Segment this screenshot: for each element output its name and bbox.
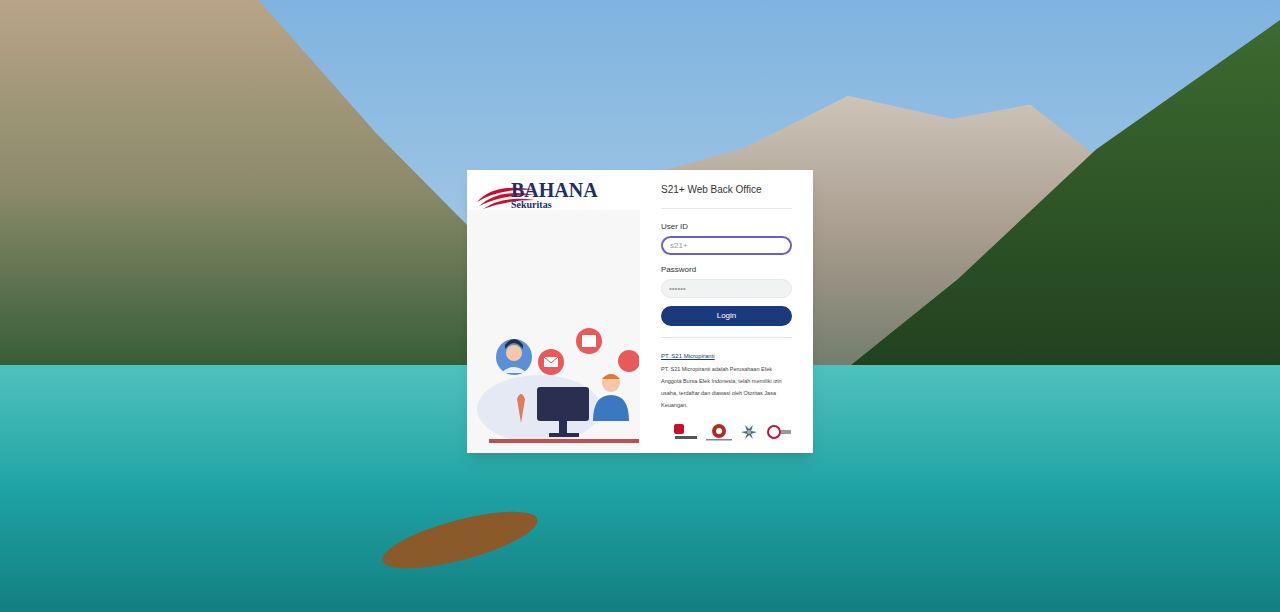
password-input[interactable] [661, 279, 792, 298]
ksei-logo-icon [739, 423, 761, 441]
field-label: Password [661, 264, 792, 276]
company-description: PT. S21 Micropiranti adalah Perusahaan E… [661, 363, 792, 411]
login-panel: S21+ Web Back Office User ID Password Log… [640, 170, 813, 453]
idx-logo-icon [673, 423, 699, 441]
login-page: BAHANA Sekuritas [0, 0, 1280, 612]
login-card: BAHANA Sekuritas [467, 170, 813, 453]
brand-panel: BAHANA Sekuritas [467, 170, 640, 453]
form-field: User ID [661, 221, 792, 255]
field-label: User ID [661, 221, 792, 233]
form-field: Password [661, 264, 792, 298]
login-button[interactable]: Login [661, 306, 792, 326]
form-title: S21+ Web Back Office [661, 182, 792, 209]
brand-subtitle: Sekuritas [511, 200, 598, 210]
kpei-logo-icon [704, 423, 734, 441]
support-illustration [467, 210, 640, 453]
brand-name: BAHANA [511, 180, 598, 200]
ojk-logo-icon [766, 423, 792, 441]
login-fields: User ID Password [661, 209, 792, 298]
user-id-input[interactable] [661, 236, 792, 255]
brand-logo: BAHANA Sekuritas [467, 170, 640, 210]
customer-support-icon [469, 299, 639, 449]
regulator-logos [661, 423, 792, 441]
company-link[interactable]: PT. S21 Micropiranti [661, 352, 792, 361]
